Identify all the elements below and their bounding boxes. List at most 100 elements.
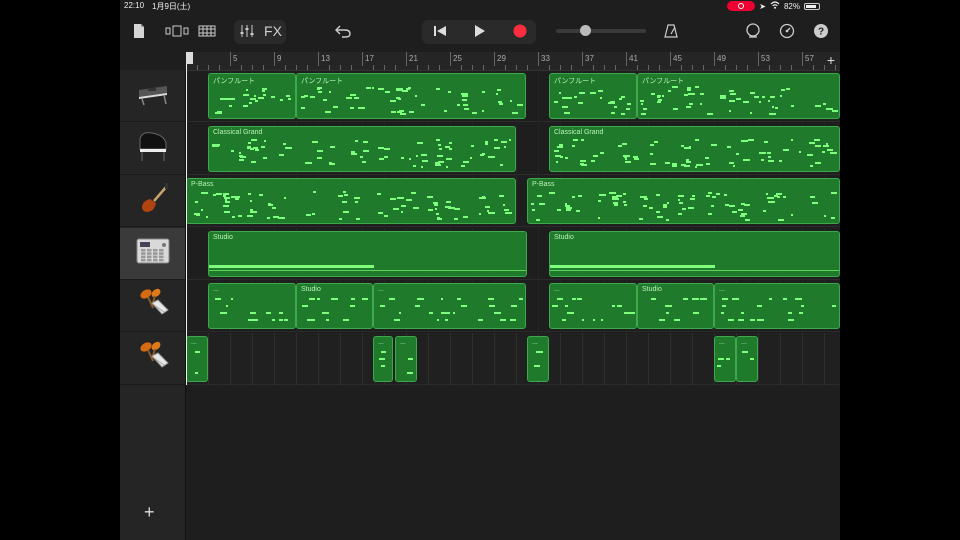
- music-region[interactable]: ...: [549, 283, 637, 329]
- undo-icon[interactable]: [332, 18, 354, 44]
- midi-note: [557, 145, 564, 148]
- track-header[interactable]: [120, 333, 185, 385]
- music-region[interactable]: Studio: [549, 230, 840, 277]
- midi-note: [428, 209, 434, 212]
- track-lane[interactable]: パンフルート パンフルート パンフルート パンフルート: [186, 70, 840, 122]
- midi-note: [768, 159, 774, 162]
- playhead-line[interactable]: [186, 52, 187, 385]
- midi-note: [325, 111, 331, 114]
- midi-note: [809, 195, 815, 198]
- help-icon[interactable]: ?: [810, 18, 832, 44]
- playhead-handle[interactable]: [186, 52, 193, 64]
- music-region[interactable]: ...: [714, 335, 736, 382]
- midi-note: [342, 211, 349, 214]
- midi-note: [678, 195, 684, 198]
- midi-note: [643, 198, 648, 201]
- music-region[interactable]: ...: [714, 283, 840, 329]
- midi-note: [398, 312, 401, 314]
- midi-note: [300, 96, 306, 99]
- midi-note: [396, 197, 404, 200]
- timeline-ruler[interactable]: 159131721252933374145495357: [186, 52, 840, 71]
- midi-note: [654, 140, 659, 143]
- percussion-icon: [136, 339, 170, 378]
- track-header[interactable]: [120, 227, 185, 280]
- music-region[interactable]: パンフルート: [637, 73, 840, 119]
- music-region[interactable]: Studio: [296, 283, 373, 329]
- music-region[interactable]: Classical Grand: [549, 125, 840, 172]
- music-region[interactable]: ...: [186, 335, 208, 382]
- music-region[interactable]: ...: [395, 335, 417, 382]
- midi-note: [338, 217, 343, 220]
- music-region[interactable]: ...: [736, 335, 758, 382]
- track-header[interactable]: [120, 70, 185, 122]
- midi-note: [667, 90, 672, 93]
- region-label: ...: [741, 338, 747, 346]
- track-lane[interactable]: Studio Studio: [186, 227, 840, 280]
- midi-note: [278, 312, 284, 314]
- loop-browser-icon[interactable]: [742, 18, 764, 44]
- midi-note: [383, 148, 391, 151]
- music-region[interactable]: P-Bass: [527, 178, 840, 224]
- midi-note: [343, 193, 349, 196]
- midi-note: [622, 142, 627, 145]
- midi-note: [511, 305, 518, 307]
- my-songs-icon[interactable]: [128, 18, 150, 44]
- midi-note: [717, 364, 721, 367]
- track-lane[interactable]: ..................: [186, 332, 840, 385]
- ruler-tick: [582, 52, 583, 66]
- ruler-tick: [450, 52, 451, 66]
- track-header[interactable]: [120, 280, 185, 332]
- midi-note: [381, 350, 387, 353]
- midi-note: [717, 357, 724, 360]
- midi-note: [640, 113, 646, 116]
- play-icon[interactable]: [468, 18, 492, 44]
- tracks-view-icon[interactable]: [196, 18, 218, 44]
- music-region[interactable]: パンフルート: [549, 73, 637, 119]
- add-section-button[interactable]: +: [824, 52, 838, 68]
- music-region[interactable]: Studio: [208, 230, 527, 277]
- midi-note: [388, 298, 396, 300]
- midi-note: [263, 140, 267, 143]
- midi-note: [500, 140, 507, 143]
- midi-note: [750, 111, 753, 114]
- track-lane[interactable]: P-Bass P-Bass: [186, 175, 840, 227]
- midi-note: [673, 319, 680, 321]
- music-region[interactable]: ...: [373, 335, 393, 382]
- track-header[interactable]: [120, 123, 185, 175]
- mixer-icon[interactable]: [236, 18, 258, 44]
- track-lane[interactable]: ... Studio...... Studio...: [186, 280, 840, 332]
- music-region[interactable]: P-Bass: [186, 178, 516, 224]
- master-volume-slider[interactable]: [556, 29, 646, 33]
- add-track-button[interactable]: +: [144, 502, 155, 523]
- midi-note: [349, 305, 355, 307]
- go-to-beginning-icon[interactable]: [428, 18, 452, 44]
- music-region[interactable]: パンフルート: [208, 73, 296, 119]
- grid-line: [428, 332, 429, 385]
- music-region[interactable]: ...: [208, 283, 296, 329]
- midi-note: [354, 140, 358, 143]
- music-region[interactable]: Studio: [637, 283, 714, 329]
- fx-button[interactable]: FX: [262, 18, 284, 44]
- midi-note: [246, 147, 251, 150]
- settings-icon[interactable]: [776, 18, 798, 44]
- grid-line: [824, 332, 825, 385]
- midi-note: [441, 312, 448, 314]
- metronome-icon[interactable]: [660, 18, 682, 44]
- midi-note: [689, 146, 692, 149]
- grid-line: [494, 332, 495, 385]
- record-button[interactable]: [508, 18, 532, 44]
- midi-note: [687, 89, 691, 92]
- track-lane[interactable]: Classical Grand Classical Grand: [186, 122, 840, 175]
- midi-note: [460, 305, 467, 307]
- track-header[interactable]: [120, 175, 185, 227]
- region-label: パンフルート: [554, 78, 597, 85]
- browser-icon[interactable]: [164, 18, 190, 44]
- midi-note: [378, 88, 385, 91]
- music-region[interactable]: Classical Grand: [208, 125, 516, 172]
- master-volume-knob[interactable]: [580, 25, 591, 36]
- midi-note: [285, 147, 292, 150]
- midi-note: [417, 142, 424, 145]
- music-region[interactable]: パンフルート: [296, 73, 526, 119]
- music-region[interactable]: ...: [527, 335, 549, 382]
- music-region[interactable]: ...: [373, 283, 526, 329]
